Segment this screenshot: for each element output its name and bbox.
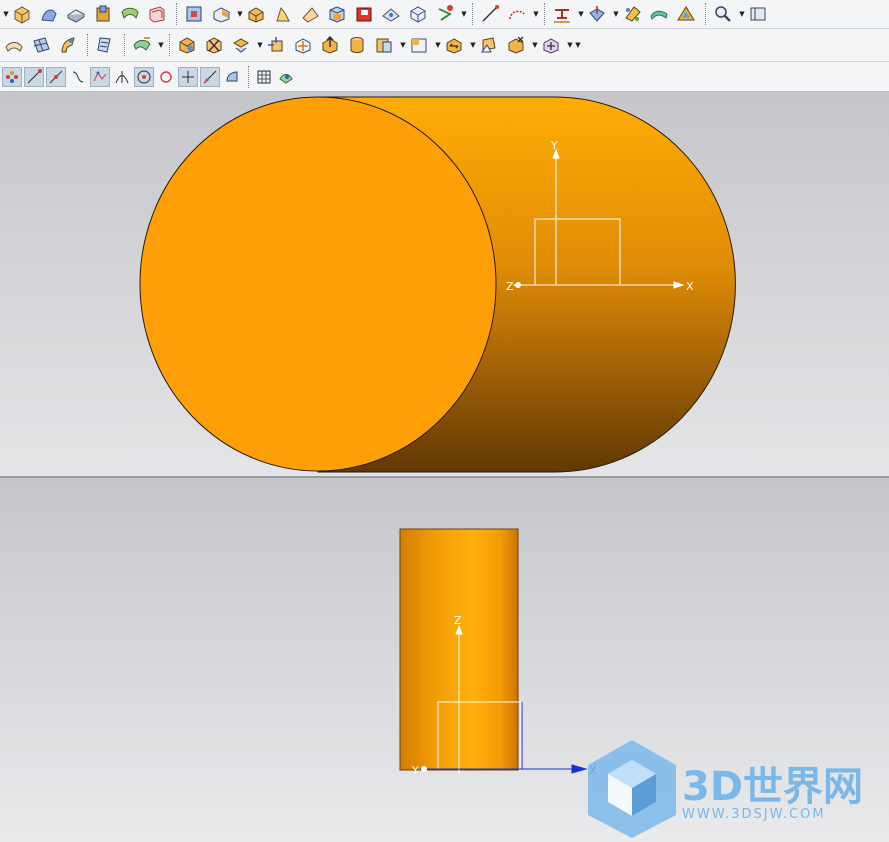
- end-point-icon[interactable]: [24, 66, 44, 87]
- dropdown-arrow-icon[interactable]: ▼: [738, 10, 746, 18]
- z-axis-label: Z: [454, 614, 462, 627]
- site-watermark: 3D世界网 WWW.3DSJW.COM: [584, 738, 884, 838]
- hole-icon[interactable]: [182, 2, 206, 26]
- curve-icon[interactable]: [68, 67, 88, 87]
- cylinder-face-icon[interactable]: [345, 33, 369, 57]
- zoom-icon[interactable]: [674, 2, 698, 26]
- dropdown-arrow-icon[interactable]: ▼: [434, 41, 442, 49]
- z-axis-label: Z: [506, 280, 514, 293]
- toolbar-separator: [169, 34, 171, 56]
- existing-point-icon[interactable]: [178, 66, 198, 87]
- quadrant-icon[interactable]: [156, 67, 176, 87]
- cross-section-icon[interactable]: [56, 33, 80, 57]
- tube-icon[interactable]: [118, 2, 142, 26]
- render-icon[interactable]: [711, 2, 735, 26]
- sew-icon[interactable]: [352, 2, 376, 26]
- toolbar-separator: [87, 34, 89, 56]
- toolbar-separator: [472, 3, 474, 25]
- move-face-icon[interactable]: [264, 33, 288, 57]
- view-icon[interactable]: [276, 67, 296, 87]
- surface-toolbar: ▼ ▼ ▼ ▼ ▼ ▼ ▼ ▼: [0, 29, 889, 62]
- mesh-icon[interactable]: [29, 33, 53, 57]
- synchronous-icon[interactable]: [539, 33, 563, 57]
- snap-points-icon[interactable]: [2, 66, 22, 87]
- delete-face-icon[interactable]: [318, 33, 342, 57]
- box-icon[interactable]: [298, 2, 322, 26]
- upper-graphics-window[interactable]: Y X Z: [0, 92, 889, 477]
- block-icon[interactable]: [746, 2, 770, 26]
- toolbar-separator: [176, 3, 178, 25]
- studio-icon[interactable]: [93, 33, 117, 57]
- intersection-icon[interactable]: [112, 67, 132, 87]
- color-icon[interactable]: [647, 2, 671, 26]
- analysis-icon[interactable]: [585, 2, 609, 26]
- surface-icon[interactable]: [620, 2, 644, 26]
- pattern-icon[interactable]: [406, 2, 430, 26]
- mid-point-icon[interactable]: [46, 66, 66, 87]
- x-axis-label: X: [686, 280, 694, 293]
- control-point-icon[interactable]: [90, 66, 110, 87]
- dropdown-arrow-icon[interactable]: ▼: [236, 10, 244, 18]
- arc-icon[interactable]: [478, 2, 502, 26]
- boss-icon[interactable]: [209, 2, 233, 26]
- subtract-icon[interactable]: [325, 2, 349, 26]
- dropdown-arrow-icon[interactable]: ▼: [256, 41, 264, 49]
- transform-icon[interactable]: [130, 33, 154, 57]
- snap-toolbar: [0, 62, 889, 92]
- thicken-icon[interactable]: [64, 2, 88, 26]
- pad-icon[interactable]: [244, 2, 268, 26]
- toolbar-separator: [248, 65, 250, 88]
- scale-icon[interactable]: [477, 33, 501, 57]
- watermark-url: WWW.3DSJW.COM: [682, 807, 826, 822]
- dropdown-arrow-icon[interactable]: ▼: [157, 41, 165, 49]
- dropdown-arrow-icon[interactable]: ▼: [460, 10, 468, 18]
- dropdown-arrow-icon[interactable]: ▼: [577, 10, 585, 18]
- emboss-icon[interactable]: [271, 2, 295, 26]
- dropdown-arrow-icon[interactable]: ▼: [612, 10, 620, 18]
- revolve-icon[interactable]: [91, 2, 115, 26]
- cylinder-end-face: [139, 96, 497, 472]
- point-on-face-icon[interactable]: [222, 67, 242, 87]
- line-icon[interactable]: [433, 2, 457, 26]
- replace-face-icon[interactable]: [291, 33, 315, 57]
- trim-icon[interactable]: [202, 33, 226, 57]
- y-axis-label: Y: [411, 764, 419, 777]
- bridge-icon[interactable]: [175, 33, 199, 57]
- toolbar-separator: [705, 3, 707, 25]
- upper-view-canvas: Y X Z: [139, 96, 736, 473]
- shell-icon[interactable]: [145, 2, 169, 26]
- resize-icon[interactable]: [372, 33, 396, 57]
- y-axis-label: Y: [550, 139, 558, 152]
- mirror-face-icon[interactable]: [504, 33, 528, 57]
- toolbar-separator: [544, 3, 546, 25]
- watermark-brand: 3D世界网: [682, 764, 863, 810]
- measure-icon[interactable]: [505, 2, 529, 26]
- face-icon[interactable]: [2, 33, 26, 57]
- pattern-face-icon[interactable]: [442, 33, 466, 57]
- dropdown-arrow-icon[interactable]: ▼: [469, 41, 477, 49]
- dropdown-arrow-icon[interactable]: ▼: [531, 41, 539, 49]
- feature-toolbar: ▼ ▼ ▼ ▼ ▼ ▼ ▼: [0, 0, 889, 29]
- dropdown-arrow-icon[interactable]: ▼: [566, 41, 574, 49]
- dropdown-arrow-icon[interactable]: ▼: [2, 10, 10, 18]
- sweep-icon[interactable]: [37, 2, 61, 26]
- copy-face-icon[interactable]: [407, 33, 431, 57]
- point-on-curve-icon[interactable]: [200, 66, 220, 87]
- patch-icon[interactable]: [379, 2, 403, 26]
- arc-center-icon[interactable]: [134, 66, 154, 87]
- dropdown-arrow-icon[interactable]: ▼: [399, 41, 407, 49]
- dropdown-arrow-icon[interactable]: ▼: [532, 10, 540, 18]
- offset-icon[interactable]: [229, 33, 253, 57]
- extrude-icon[interactable]: [10, 2, 34, 26]
- dropdown-arrow-icon[interactable]: ▼: [574, 41, 582, 49]
- grid-icon[interactable]: [254, 67, 274, 87]
- toolbar-separator: [124, 34, 126, 56]
- swoop-icon[interactable]: [550, 2, 574, 26]
